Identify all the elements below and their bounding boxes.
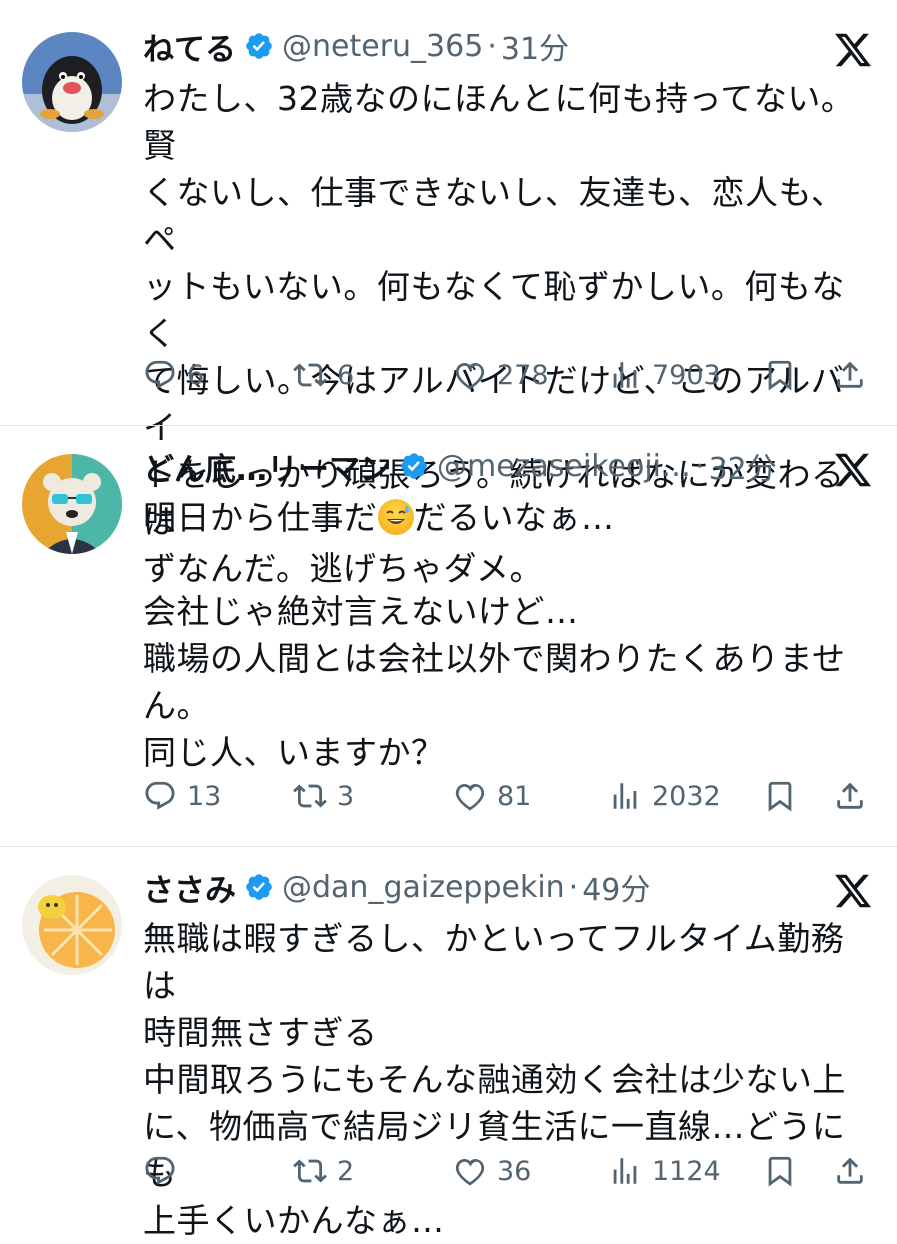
views-icon [613,783,637,809]
tweet-actions: 13 3 81 2032 [143,774,883,818]
display-name[interactable]: ささみ [143,865,236,910]
like-button[interactable]: 81 [453,774,531,818]
repost-count: 6 [337,359,355,391]
tweet-actions: 6 6 278 7903 [143,353,883,397]
avatar[interactable] [22,32,122,132]
views-icon [613,1158,637,1184]
repost-count: 3 [337,780,355,812]
share-icon [837,782,863,809]
repost-button[interactable]: 3 [293,774,354,818]
bookmark-button[interactable] [763,1149,797,1193]
views-button[interactable]: 7903 [608,353,721,397]
like-button[interactable]: 278 [453,353,549,397]
user-handle[interactable]: @neteru_365 [282,29,483,64]
repost-count: 2 [337,1155,355,1187]
like-count: 36 [497,1155,532,1187]
timestamp[interactable]: 32分 [709,444,777,488]
user-handle[interactable]: @dan_gaizeppekin [282,870,565,905]
like-count: 278 [497,359,549,391]
tweet-text-after-emoji: だるいなぁ… [413,498,615,537]
separator-dot: · [568,869,579,905]
repost-button[interactable]: 2 [293,1149,354,1193]
verified-badge-icon [246,33,272,59]
tweet-text-start: 明日から仕事だ [143,498,378,537]
reply-icon [145,1156,175,1185]
like-icon [455,1158,485,1186]
avatar-orange-image [22,875,122,975]
x-logo-icon [835,33,872,67]
like-button[interactable]: 36 [453,1149,531,1193]
reply-button[interactable]: 6 [143,353,204,397]
avatar[interactable] [22,875,122,975]
views-count: 2032 [652,780,721,812]
tweet-text: 会社じゃ絶対言えないけど… 職場の人間とは会社以外で関わりたくありませ ん。 同… [143,592,846,772]
display-name[interactable]: ねてる [143,24,236,69]
avatar[interactable] [22,454,122,554]
avatar-bear-image [22,454,122,554]
display-name[interactable]: どん底…リーマン [143,444,391,489]
x-logo-icon [835,453,872,487]
bookmark-icon [768,1156,792,1187]
reply-button[interactable]: 13 [143,774,221,818]
views-count: 1124 [652,1155,721,1187]
like-count: 81 [497,780,532,812]
avatar-penguin-image [22,32,122,132]
share-icon [837,1157,863,1184]
share-button[interactable] [833,1149,867,1193]
timestamp[interactable]: 31分 [501,24,569,68]
bookmark-button[interactable] [763,353,797,397]
bookmark-button[interactable] [763,774,797,818]
tweet-card[interactable]: ささみ @dan_gaizeppekin · 49分 無職は暇すぎるし、かといっ… [0,847,897,1240]
tweet-header: ささみ @dan_gaizeppekin · 49分 [143,863,857,911]
share-button[interactable] [833,774,867,818]
reply-icon [145,360,175,389]
tweet-header: どん底…リーマン @mezaseikeoji… · 32分 [143,442,857,490]
tweet-text-block: 明日から仕事だ だるいなぁ… 会社じゃ絶対言えないけど… 職場の人間とは会社以外で… [143,494,877,776]
verified-badge-icon [246,874,272,900]
repost-icon [293,363,327,387]
views-icon [613,362,637,388]
tweet-text: 無職は暇すぎるし、かといってフルタイム勤務は 時間無さすぎる 中間取ろうにもそん… [143,919,846,1240]
repost-button[interactable]: 6 [293,353,354,397]
repost-icon [293,1159,327,1183]
timestamp[interactable]: 49分 [582,865,650,909]
repost-icon [293,784,327,808]
bookmark-icon [768,781,792,812]
like-icon [455,362,485,390]
reply-count: 13 [187,780,222,812]
views-count: 7903 [652,359,721,391]
reply-button[interactable] [143,1149,187,1193]
share-icon [837,361,863,388]
tweet-card[interactable]: どん底…リーマン @mezaseikeoji… · 32分 明日から仕事だ だるい… [0,426,897,846]
views-button[interactable]: 2032 [608,774,721,818]
user-handle[interactable]: @mezaseikeoji… [437,449,691,484]
separator-dot: · [487,28,497,64]
tweet-actions: 2 36 1124 [143,1149,883,1193]
bookmark-icon [768,360,792,391]
like-icon [455,783,485,811]
tweet-header: ねてる @neteru_365 · 31分 [143,22,857,70]
reply-count: 6 [187,359,205,391]
verified-badge-icon [401,453,427,479]
share-button[interactable] [833,353,867,397]
separator-dot: · [695,448,705,484]
sweat-smile-emoji-art [385,505,409,524]
views-button[interactable]: 1124 [608,1149,721,1193]
reply-icon [145,781,175,810]
tweet-card[interactable]: ねてる @neteru_365 · 31分 わたし、32歳なのにほんとに何も持っ… [0,0,897,588]
sweat-smile-emoji [377,499,414,535]
x-logo-icon [835,874,872,908]
